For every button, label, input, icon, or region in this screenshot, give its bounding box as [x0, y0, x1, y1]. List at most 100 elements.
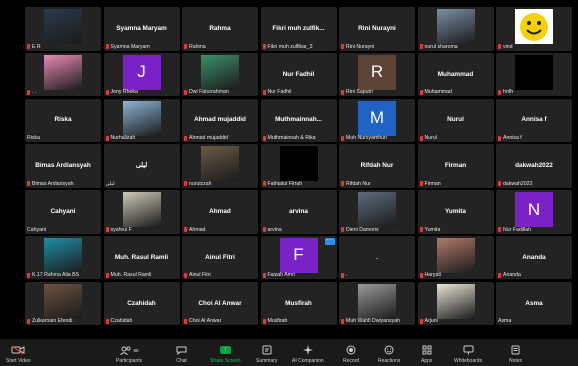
more-options-button[interactable]: ··· — [324, 237, 335, 245]
avatar-letter: N — [515, 192, 553, 228]
participant-display-name: Nur Fadhil — [282, 70, 315, 78]
participant-tile[interactable]: . . — [25, 52, 101, 97]
participant-tile[interactable]: nurul sharoma — [417, 7, 494, 51]
reactions-label: Reactions — [378, 358, 401, 364]
record-icon — [346, 344, 356, 356]
participant-tile[interactable]: Nur Fadhil Nur Fadhil — [260, 52, 337, 97]
apps-button[interactable]: Apps — [421, 344, 432, 364]
participant-tile[interactable]: Bimas Ardiansyah Bimas Ardiansyah — [25, 144, 101, 188]
participants-icon: 88 — [119, 344, 139, 356]
smiley-icon — [384, 344, 394, 356]
participant-tile[interactable]: E R — [25, 7, 101, 51]
participant-tile[interactable]: Dieni Damoris — [339, 190, 415, 234]
participant-tile[interactable]: M Muh Nursyamhuri — [339, 98, 415, 143]
share-screen-label: Share Screen — [210, 358, 241, 364]
mic-muted-icon — [27, 272, 30, 278]
participant-tile[interactable]: Firman Firman — [417, 144, 494, 188]
participant-tile[interactable]: R Rini Saputri — [339, 52, 415, 97]
participants-button[interactable]: 88 Participants — [116, 344, 142, 364]
participant-tile[interactable]: hnfh — [496, 52, 572, 97]
notes-button[interactable]: Notes — [509, 344, 522, 364]
participant-tile[interactable]: K.17 Rahma Alia BS — [25, 235, 101, 280]
participant-tile[interactable]: Zulkarnain Efendi — [25, 281, 101, 326]
participant-tile[interactable]: J Jeny Rheka — [103, 52, 180, 97]
participant-tile[interactable]: Haryati — [417, 235, 494, 280]
participant-display-name: Firman — [444, 161, 467, 169]
participant-tile[interactable]: Yumita Yumita — [417, 190, 494, 234]
participant-tile[interactable]: Ahmad mujaddid Ahmad mujaddid — [182, 98, 258, 143]
participant-tile[interactable]: Musfirah Musfirah — [260, 281, 337, 326]
participant-tile[interactable]: Muh. Rasul Ramli Muh. Rasul Ramli — [103, 235, 180, 280]
participant-tile[interactable]: Syamna Maryam Syamna Maryam — [103, 7, 180, 51]
mic-muted-icon — [27, 181, 30, 187]
participant-display-name: . — [376, 253, 378, 261]
mic-muted-icon — [419, 318, 423, 324]
participant-tile[interactable]: Nurul Nurul — [417, 98, 494, 143]
participant-tile[interactable]: Nurhalizah — [103, 98, 180, 143]
participant-tile[interactable]: Ahmad Ahmad — [182, 190, 258, 234]
participant-name: Fathiatul Fitrah — [267, 180, 303, 187]
participant-tile[interactable]: Czahidah Czahidah — [103, 281, 180, 326]
participant-name: Cahyani — [27, 226, 47, 233]
mic-muted-icon — [262, 318, 266, 324]
participant-tile[interactable]: Cahyani Cahyani — [25, 190, 101, 234]
participant-name: Nur Fadillah — [503, 226, 531, 233]
ai-companion-button[interactable]: AI Companion — [292, 344, 324, 364]
mic-muted-icon — [262, 89, 266, 95]
participant-name: Rifdah Nur — [346, 180, 371, 187]
participant-tile[interactable]: dakwah2022 dakwah2022 — [496, 144, 572, 188]
participant-tile[interactable]: N Nur Fadillah — [496, 190, 572, 234]
reactions-button[interactable]: Reactions — [378, 344, 400, 364]
participant-tile[interactable]: syahrul F — [103, 190, 180, 234]
participant-tile[interactable]: Muhammad Muhammad — [417, 52, 494, 97]
participant-tile[interactable]: Choi Al Anwar Choi Al Anwar — [182, 281, 258, 326]
participant-name-label: Arjuni — [419, 318, 492, 324]
participant-tile[interactable]: Rifdah Nur Rifdah Nur — [339, 144, 415, 188]
participants-count: 88 — [133, 347, 139, 353]
participant-tile[interactable]: arvina arvina — [260, 190, 337, 234]
participant-tile[interactable]: Ainul Fitri Ainul Fitri — [182, 235, 258, 280]
participant-name-label: dakwah2022 — [498, 181, 570, 187]
mic-muted-icon — [341, 318, 344, 324]
participant-tile[interactable]: Annisa f Annisa f — [496, 98, 572, 143]
mic-muted-icon — [262, 181, 266, 187]
participant-tile[interactable]: vind — [496, 7, 572, 51]
participant-tile[interactable]: Fathiatul Fitrah — [260, 144, 337, 188]
participant-tile[interactable]: Arjuni — [417, 281, 494, 326]
record-button[interactable]: Record — [343, 344, 359, 364]
start-video-button[interactable]: Start Video — [6, 344, 31, 364]
participant-name-label: Nurul — [419, 135, 492, 141]
mic-muted-icon — [262, 44, 266, 49]
participant-display-name: Muthmainnah... — [275, 116, 322, 124]
participant-name-label: Nur Fadillah — [498, 227, 570, 233]
participant-tile[interactable]: Asma Asma — [496, 281, 572, 326]
participant-display-name: Asma — [525, 299, 543, 307]
mic-muted-icon — [341, 44, 344, 49]
participant-tile[interactable]: Dwi Faturrahman — [182, 52, 258, 97]
participant-tile[interactable]: Fikri muh zulfik... Fikri muh zulfikar_3 — [260, 7, 337, 51]
share-screen-button[interactable]: ↑ Share Screen — [210, 344, 241, 364]
participant-name-label: Choi Al Anwar — [184, 318, 256, 324]
participant-tile[interactable]: Rini Nurayni Rini Nurayni — [339, 7, 415, 51]
participant-display-name: Syamna Maryam — [116, 24, 167, 32]
participant-name-label: Yumita — [419, 227, 492, 233]
participant-name: Zulkarnain Efendi — [32, 318, 73, 325]
participant-tile[interactable]: Ananda Ananda — [496, 235, 572, 280]
participant-tile[interactable]: .. — [339, 235, 415, 280]
participants-label: Participants — [116, 358, 143, 364]
participant-tile[interactable]: Muthmainnah... Muthmainnah & Rika — [260, 98, 337, 143]
video-gallery-grid: E R Syamna Maryam Syamna Maryam Rahma Rahma F… — [25, 7, 572, 326]
meeting-toolbar: Start Video 88 Participants Chat ↑ Share… — [0, 339, 578, 366]
chat-button[interactable]: Chat — [176, 344, 187, 364]
participant-tile[interactable]: Riska Riska — [25, 98, 101, 143]
mic-muted-icon — [419, 181, 423, 187]
participant-tile[interactable]: F ··· Faizah Amri — [260, 235, 337, 280]
participant-name: Rahma — [189, 43, 206, 50]
avatar-photo — [358, 192, 396, 228]
participant-tile[interactable]: ليلى ليلى — [103, 144, 180, 188]
participant-tile[interactable]: Rahma Rahma — [182, 7, 258, 51]
participant-tile[interactable]: Muh Wahfi Dwiyansyah — [339, 281, 415, 326]
summary-button[interactable]: Summary — [256, 344, 277, 364]
whiteboards-button[interactable]: Whiteboards — [454, 344, 482, 364]
participant-tile[interactable]: nurulzzah — [182, 144, 258, 188]
